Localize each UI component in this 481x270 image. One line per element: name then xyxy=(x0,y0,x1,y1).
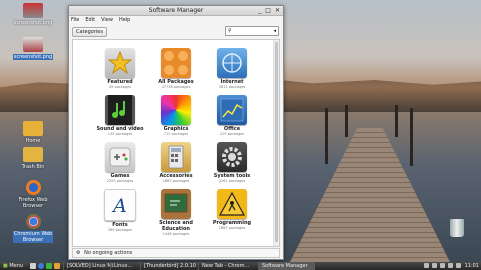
update-icon[interactable] xyxy=(440,263,445,268)
category-grid-panel: Featured 45 packages All Packages 47738 … xyxy=(72,39,280,247)
scrollbar-thumb[interactable] xyxy=(275,42,278,242)
network-icon[interactable] xyxy=(424,263,429,268)
volume-icon[interactable] xyxy=(432,263,437,268)
category-sound-and-video[interactable]: Sound and video 135 packages xyxy=(94,95,146,136)
category-graphics[interactable]: Graphics 713 packages xyxy=(150,95,202,136)
battery-icon[interactable] xyxy=(448,263,453,268)
category-office[interactable]: Office 229 packages xyxy=(206,95,258,136)
firefox-icon xyxy=(25,180,41,195)
mint-logo-icon: ■ xyxy=(3,263,8,269)
category-system-tools[interactable]: System tools 2161 packages xyxy=(206,142,258,183)
home-folder-icon xyxy=(23,121,43,136)
titlebar: Software Manager _ □ ✕ xyxy=(69,6,283,16)
window-title: Software Manager xyxy=(148,7,204,14)
maximize-icon[interactable]: □ xyxy=(265,6,271,15)
star-icon xyxy=(105,48,135,78)
search-input[interactable]: ⚲ ◂ xyxy=(225,26,279,36)
image-file-icon xyxy=(23,37,43,52)
category-fonts[interactable]: A Fonts 289 packages xyxy=(94,189,146,232)
status-text: No ongoing actions xyxy=(84,250,133,256)
files-launcher-icon[interactable] xyxy=(54,263,60,269)
category-featured[interactable]: Featured 45 packages xyxy=(94,48,146,89)
desktop-icon-trash[interactable]: Trash Bin xyxy=(13,147,53,170)
chromium-icon xyxy=(25,214,41,229)
statusbar: ⚙ No ongoing actions xyxy=(72,248,280,258)
start-menu-label: Menu xyxy=(9,263,24,269)
chromium-launcher-icon[interactable] xyxy=(38,263,44,269)
category-games[interactable]: Games 2253 packages xyxy=(94,142,146,183)
clock[interactable]: 11:01 xyxy=(465,262,479,270)
desktop-icon-screenshot-1[interactable]: screenshot.png xyxy=(13,3,53,26)
desktop-icon-screenshot-2[interactable]: screenshot.png xyxy=(13,37,53,60)
task-thunderbird[interactable]: [Thunderbird] 2.0.10 xyxy=(140,262,203,270)
category-all-packages[interactable]: All Packages 47738 packages xyxy=(150,48,202,89)
terminal-launcher-icon[interactable] xyxy=(46,263,52,269)
menu-view[interactable]: View xyxy=(101,16,113,25)
vertical-scrollbar[interactable] xyxy=(273,40,279,246)
desktop-icon-home[interactable]: Home xyxy=(13,121,53,144)
menubar: File Edit View Help xyxy=(69,16,283,25)
construction-icon xyxy=(217,189,247,219)
color-wheel-icon xyxy=(161,95,191,125)
globe-icon xyxy=(217,48,247,78)
music-note-icon xyxy=(105,95,135,125)
category-internet[interactable]: Internet 3811 packages xyxy=(206,48,258,89)
folder-icon xyxy=(23,147,43,162)
chart-icon xyxy=(217,95,247,125)
show-desktop-icon[interactable] xyxy=(30,263,36,269)
close-icon[interactable]: ✕ xyxy=(275,6,280,15)
start-menu-button[interactable]: ■ Menu xyxy=(1,262,25,270)
gear-icon xyxy=(217,142,247,172)
clear-search-icon[interactable]: ◂ xyxy=(273,27,276,35)
gamepad-icon xyxy=(105,142,135,172)
notification-icon[interactable] xyxy=(456,263,461,268)
dock-post xyxy=(410,108,413,166)
menu-edit[interactable]: Edit xyxy=(85,16,95,25)
font-icon: A xyxy=(104,189,136,221)
category-science-and-education[interactable]: Science and Education 1446 packages xyxy=(150,189,202,236)
menu-help[interactable]: Help xyxy=(119,16,130,25)
dock-post xyxy=(395,105,398,137)
desktop-icon-firefox[interactable]: Firefox Web Browser xyxy=(13,180,53,209)
task-solved-linux-mint[interactable]: [SOLVED] Linux Mi... xyxy=(63,262,115,270)
trash-can-icon[interactable] xyxy=(450,219,464,237)
desktop-icon-chromium[interactable]: Chromium Web Browser xyxy=(13,214,53,243)
image-file-icon xyxy=(23,3,43,18)
menu-file[interactable]: File xyxy=(71,16,79,25)
dock-post xyxy=(325,108,328,164)
search-icon: ⚲ xyxy=(228,28,232,34)
all-packages-icon xyxy=(161,48,191,78)
calculator-icon xyxy=(161,142,191,172)
dock-post xyxy=(345,105,348,137)
minimize-icon[interactable]: _ xyxy=(258,6,261,15)
categories-button[interactable]: Categories xyxy=(72,27,107,37)
category-programming[interactable]: Programming 1883 packages xyxy=(206,189,258,230)
task-software-manager[interactable]: Software Manager xyxy=(258,262,315,270)
toolbar: Categories ⚲ ◂ xyxy=(69,25,283,38)
status-gear-icon: ⚙ xyxy=(76,250,81,256)
taskbar: ■ Menu [SOLVED] Linux Mi... Linux... [Th… xyxy=(0,262,481,270)
svg-text:A: A xyxy=(111,195,127,217)
task-new-tab-chromium[interactable]: New Tab - Chrom... xyxy=(198,262,263,270)
software-manager-window: Software Manager _ □ ✕ File Edit View He… xyxy=(68,5,284,260)
category-accessories[interactable]: Accessories 1863 packages xyxy=(150,142,202,183)
chalkboard-icon xyxy=(161,189,191,219)
